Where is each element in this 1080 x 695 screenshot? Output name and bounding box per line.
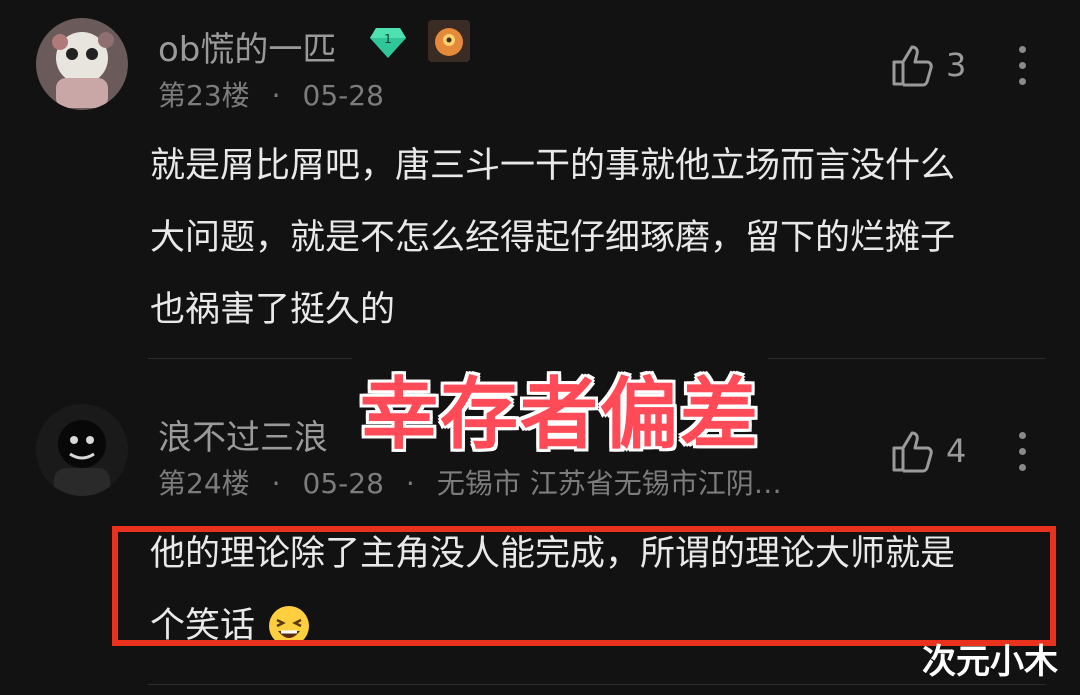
comment-line: 也祸害了挺久的 — [150, 290, 396, 330]
comment-location: 无锡市 江苏省无锡市江阴… — [436, 467, 782, 500]
username-comment-1[interactable]: ob慌的一匹 — [158, 22, 336, 71]
overlay-title: 幸存者偏差 — [360, 370, 761, 460]
more-vertical-icon[interactable] — [1016, 46, 1028, 85]
meta-separator: · — [271, 79, 281, 112]
comment-divider — [148, 684, 1046, 685]
comment-date: 05-28 — [302, 79, 384, 112]
meta-separator: · — [405, 467, 415, 500]
comment-body-1: 就是屑比屑吧，唐三斗一干的事就他立场而言没什么 大问题，就是不怎么经得起仔细琢磨… — [150, 130, 1050, 346]
avatar-comment-2[interactable] — [36, 404, 128, 496]
comment-line: 大问题，就是不怎么经得起仔细琢磨，留下的烂摊子 — [150, 218, 956, 258]
comment-meta-2: 第24楼 · 05-28 · 无锡市 江苏省无锡市江阴… — [158, 462, 782, 502]
like-button-comment-2[interactable]: 4 — [890, 428, 966, 474]
like-button-comment-1[interactable]: 3 — [890, 42, 966, 88]
like-count: 4 — [946, 432, 967, 470]
avatar-comment-1[interactable] — [36, 18, 128, 110]
comment-meta-1: 第23楼 · 05-28 — [158, 74, 384, 114]
username-comment-2[interactable]: 浪不过三浪 — [158, 410, 328, 459]
level-number: 1 — [384, 32, 392, 46]
watermark: 次元小木 — [922, 642, 1058, 682]
meta-separator: · — [271, 467, 281, 500]
more-vertical-icon[interactable] — [1016, 432, 1028, 471]
comment-date: 05-28 — [302, 467, 384, 500]
floor-number: 第23楼 — [158, 79, 250, 112]
floor-number: 第24楼 — [158, 467, 250, 500]
fan-medal-icon — [428, 20, 470, 62]
thumbs-up-icon — [892, 431, 933, 473]
overlay-title-backdrop: 幸存者偏差 — [352, 352, 769, 464]
comment-line: 就是屑比屑吧，唐三斗一干的事就他立场而言没什么 — [150, 146, 956, 186]
thumbs-up-icon — [892, 45, 933, 87]
like-count: 3 — [946, 46, 967, 84]
highlight-box — [112, 526, 1056, 646]
diamond-level-icon: 1 — [368, 22, 408, 66]
